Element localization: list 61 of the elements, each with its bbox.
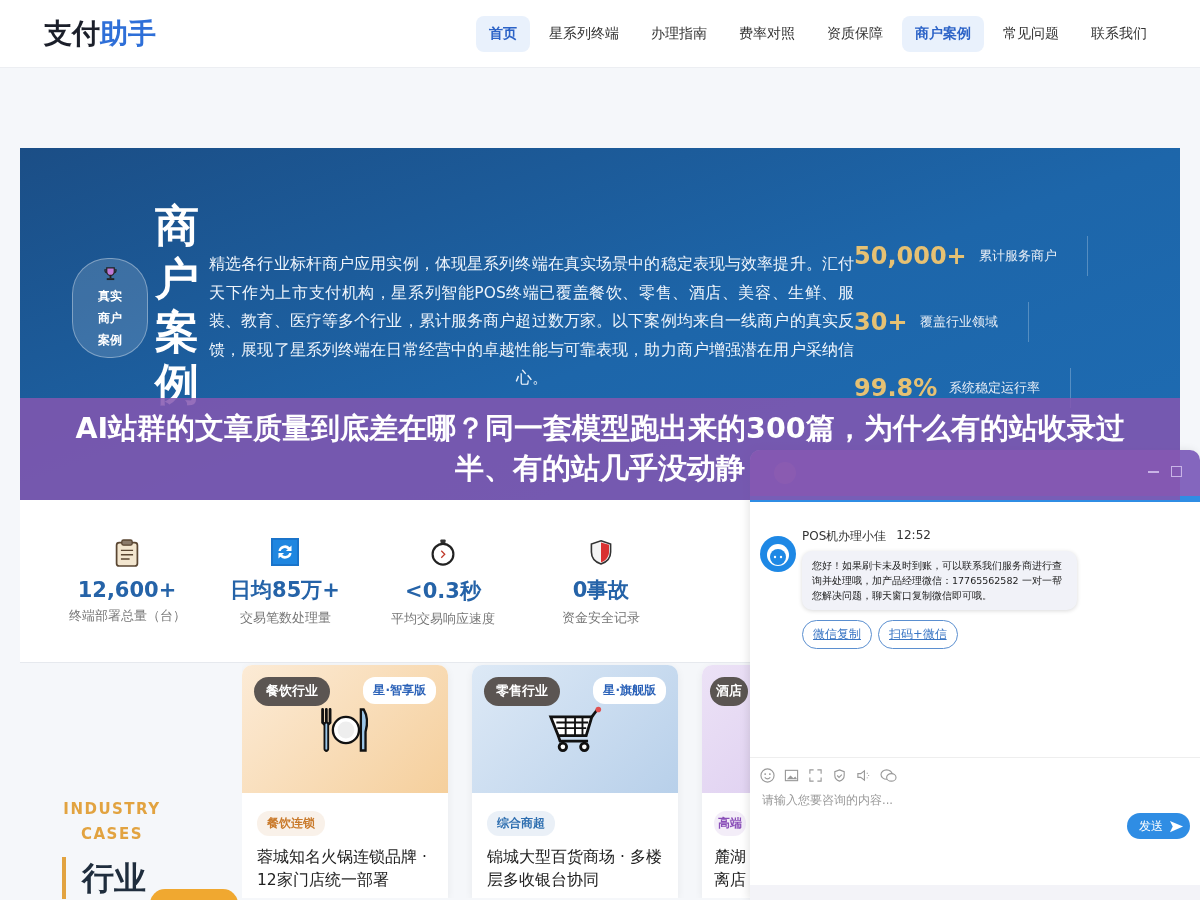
shield-check-icon[interactable] <box>832 768 847 783</box>
refresh-icon <box>271 538 299 566</box>
maximize-icon[interactable] <box>1171 466 1182 477</box>
message-bubble: 您好！如果刷卡未及时到账，可以联系我们服务商进行查询并处理哦，加产品经理微信：17765562582 一对一帮您解决问题，聊天窗口复制微信即可哦。 <box>802 551 1077 610</box>
stat-value: 99.8% <box>854 374 938 402</box>
nav-link[interactable]: 商户案例 <box>902 15 984 52</box>
nav-link[interactable]: 联系我们 <box>1078 15 1160 52</box>
minimize-icon[interactable] <box>1148 470 1159 473</box>
metric-label: 交易笔数处理量 <box>239 610 331 627</box>
stat-label: 累计服务商户 <box>978 247 1057 265</box>
metric-value: 日均85万+ <box>230 577 340 604</box>
fullscreen-icon[interactable] <box>808 768 823 783</box>
metric-value: <0.3秒 <box>405 578 481 605</box>
message-time: 12:52 <box>896 528 931 544</box>
site-logo[interactable]: 支付助手 <box>44 14 156 53</box>
nav-link[interactable]: 常见问题 <box>990 15 1072 52</box>
category-tag: 高端 <box>714 811 746 836</box>
nav-link[interactable]: 费率对照 <box>726 15 808 52</box>
stat-value: 30+ <box>854 308 908 336</box>
case-title: 锦城大型百货商场 · 多楼 层多收银台协同 <box>487 847 663 891</box>
clipboard-icon <box>114 538 140 568</box>
hero-description: 精选各行业标杆商户应用实例，体现星系列终端在真实场景中的稳定表现与效率提升。汇付天下作为上市支付机构，星系列智能POS终端已覆盖餐饮、零售、酒店、美容、生鲜、服装、教育、医疗等多个行业，累计服务商户超过数万家。以下案例均来自一线商户的真实反馈，展现了星系列终端在日常经营中的卓越性能与可靠表现，助力商户增强潜在用户采纳信心。 <box>209 255 854 389</box>
chat-bubbles-icon[interactable] <box>880 768 897 783</box>
hero-title: 商户案例 <box>155 200 199 412</box>
edition-tag: 星·智享版 <box>363 677 436 704</box>
metric-value: 0事故 <box>572 577 630 604</box>
stat-label: 系统稳定运行率 <box>949 379 1041 397</box>
nav-link[interactable]: 资质保障 <box>814 15 896 52</box>
badge-label: 真实 商户 案例 <box>98 287 122 349</box>
stat-value: 50,000+ <box>854 242 967 270</box>
emoji-icon[interactable] <box>760 768 775 783</box>
case-title: 蓉城知名火锅连锁品牌 · 12家门店统一部署 <box>257 847 428 891</box>
agent-avatar-icon <box>760 536 796 572</box>
sender-name: POS机办理小佳 <box>802 528 887 545</box>
nav-link[interactable]: 首页 <box>476 15 530 52</box>
industry-tag: 酒店 <box>710 677 748 706</box>
send-icon <box>1169 818 1184 834</box>
metric-value: 12,600+ <box>77 578 177 602</box>
shield-icon <box>589 538 613 566</box>
shopping-cart-icon <box>547 705 603 755</box>
case-card[interactable]: 酒店 高端 麓湖 离店 <box>702 665 750 898</box>
category-tag: 餐饮连锁 <box>257 811 325 836</box>
stopwatch-icon <box>430 538 456 567</box>
category-tag: 综合商超 <box>487 811 555 836</box>
industry-tag: 餐饮行业 <box>254 677 330 706</box>
metric-label: 资金安全记录 <box>562 610 640 627</box>
edition-tag: 星·旗舰版 <box>593 677 666 704</box>
trophy-icon <box>102 265 118 281</box>
industry-tag: 零售行业 <box>484 677 560 706</box>
metric-label: 平均交易响应速度 <box>391 611 495 628</box>
article-title: AI站群的文章质量到底差在哪？同一套模型跑出来的300篇，为什么有的站收录过半、有的站几乎没动静 <box>74 411 1126 487</box>
metric-label: 终端部署总量（台） <box>68 608 186 625</box>
case-title: 麓湖 离店 <box>714 847 747 891</box>
speaker-icon[interactable] <box>856 768 871 783</box>
nav-link[interactable]: 星系列终端 <box>536 15 632 52</box>
nav-link[interactable]: 办理指南 <box>638 15 720 52</box>
image-icon[interactable] <box>784 768 799 783</box>
section-eyebrow: INDUSTRY CASES <box>62 799 162 845</box>
stat-label: 覆盖行业领域 <box>919 313 998 331</box>
case-card[interactable]: 餐饮行业 星·智享版 餐饮连锁 蓉城知名火锅连锁品牌 · 12家门店统一部署 <box>242 665 448 898</box>
case-card[interactable]: 零售行业 星·旗舰版 综合商超 锦城大型百货商场 · 多楼 层多收银台协同 <box>472 665 678 898</box>
